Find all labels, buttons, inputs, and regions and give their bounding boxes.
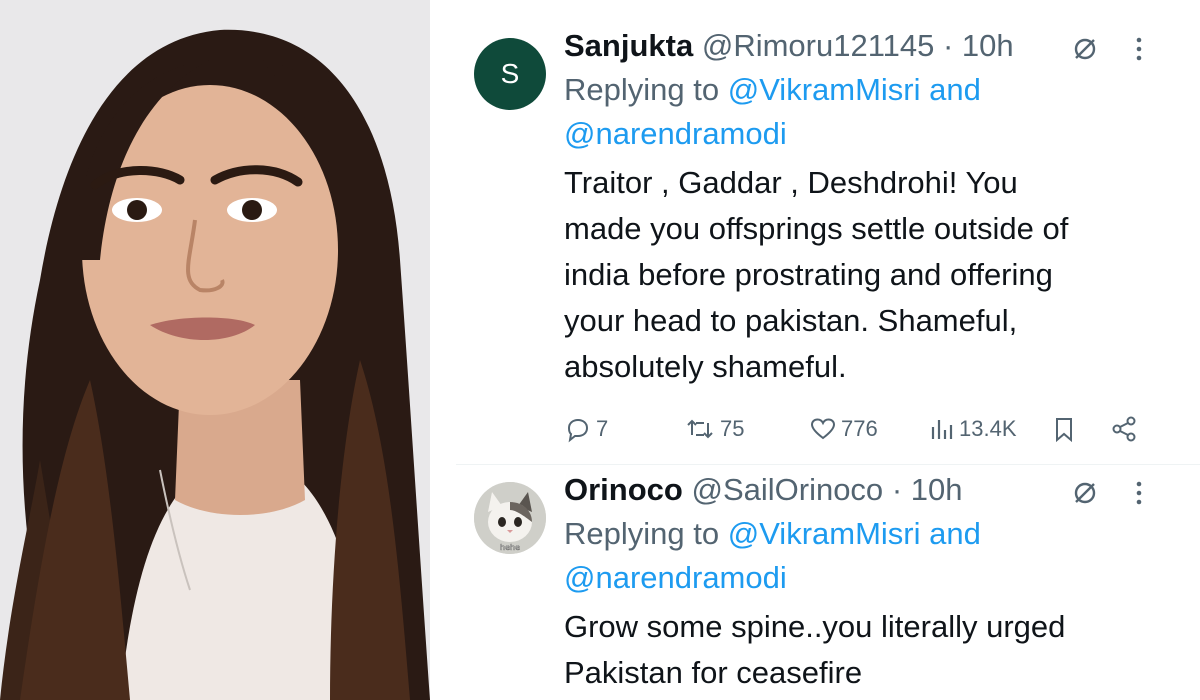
tweet-actions: 7 75 776 13.4K [564, 412, 1144, 446]
bookmark-button[interactable] [1052, 412, 1076, 446]
replying-prefix: Replying to [564, 72, 720, 107]
grok-icon[interactable] [1072, 480, 1098, 511]
handle[interactable]: @Rimoru121145 [702, 28, 935, 63]
panel-divider [430, 0, 434, 700]
more-vertical-icon[interactable] [1134, 480, 1144, 511]
avatar[interactable]: hehe [474, 482, 546, 554]
timestamp[interactable]: · 10h [943, 28, 1014, 63]
share-button[interactable] [1110, 412, 1138, 446]
mention-link[interactable]: @narendramodi [564, 116, 787, 151]
reply-button[interactable]: 7 [564, 412, 608, 446]
replying-prefix: Replying to [564, 516, 720, 551]
tweet-separator [456, 464, 1200, 465]
tweet-text-line: your head to pakistan. Shameful, [564, 303, 1018, 338]
timestamp[interactable]: · 10h [892, 472, 963, 507]
handle[interactable]: @SailOrinoco [691, 472, 883, 507]
tweet-text-line: india before prostrating and offering [564, 257, 1053, 292]
tweet-text: Traitor , Gaddar , Deshdrohi! You made y… [564, 160, 1164, 390]
portrait-photo [0, 0, 430, 700]
tweet-text-line: absolutely shameful. [564, 349, 847, 384]
cat-avatar-image: hehe [474, 482, 546, 554]
display-name[interactable]: Sanjukta [564, 28, 693, 63]
repost-button[interactable]: 75 [684, 412, 744, 446]
replying-to-line2: @narendramodi [564, 556, 1164, 600]
avatar-letter: S [500, 58, 520, 89]
portrait-illustration [0, 0, 430, 700]
mention-link[interactable]: @VikramMisri and [728, 72, 981, 107]
share-icon [1112, 416, 1136, 442]
avatar-caption: hehe [500, 543, 520, 552]
like-button[interactable]: 776 [809, 412, 878, 446]
tweet-text-line: Pakistan for ceasefire [564, 655, 863, 690]
replying-to: Replying to @VikramMisri and [564, 512, 1164, 556]
replying-to: Replying to @VikramMisri and [564, 68, 1164, 112]
repost-icon [687, 419, 713, 439]
view-count: 13.4K [959, 416, 1017, 441]
display-name[interactable]: Orinoco [564, 472, 683, 507]
more-vertical-icon[interactable] [1134, 36, 1144, 67]
mention-link[interactable]: @VikramMisri and [728, 516, 981, 551]
avatar[interactable]: S [474, 38, 546, 110]
grok-icon[interactable] [1072, 36, 1098, 67]
replying-to-line2: @narendramodi [564, 112, 1164, 156]
tweet-text-line: Traitor , Gaddar , Deshdrohi! You [564, 165, 1018, 200]
tweet-text-line: Grow some spine..you literally urged [564, 609, 1066, 644]
like-count: 776 [841, 416, 878, 441]
comment-icon [567, 418, 589, 443]
bookmark-icon [1056, 418, 1072, 443]
tweet-text: Grow some spine..you literally urged Pak… [564, 604, 1164, 696]
mention-link[interactable]: @narendramodi [564, 560, 787, 595]
heart-icon [810, 418, 836, 440]
tweet-content: Sanjukta @Rimoru121145 · 10h Replying to… [564, 24, 1164, 390]
reply-count: 7 [596, 416, 609, 441]
tweet-text-line: made you offsprings settle outside of [564, 211, 1069, 246]
repost-count: 75 [720, 416, 745, 441]
views-button[interactable]: 13.4K [929, 412, 1017, 446]
views-icon [931, 420, 953, 439]
